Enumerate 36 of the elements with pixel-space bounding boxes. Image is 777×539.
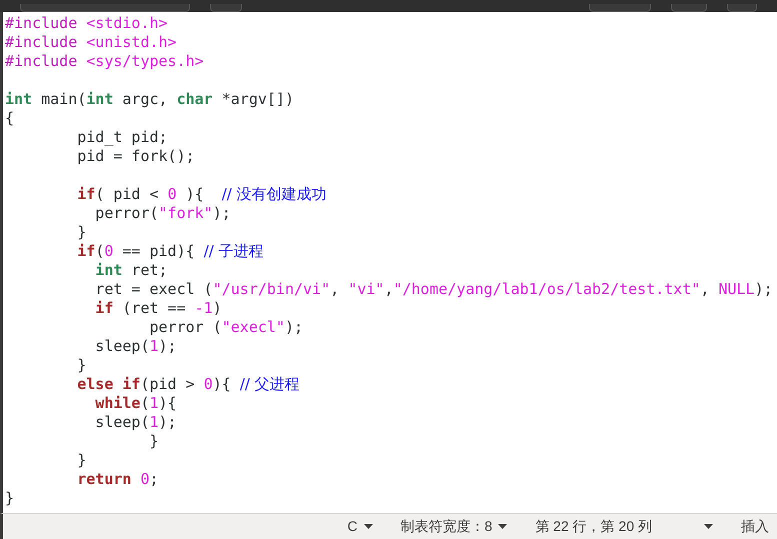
- code-line: }: [76, 356, 86, 375]
- caret-icon: [364, 524, 372, 529]
- code-line: if(0 == pid){ // 子进程: [76, 242, 264, 261]
- code-line: }: [148, 432, 159, 451]
- insert-mode-button[interactable]: 插入: [741, 516, 769, 537]
- code-line: perror("fork");: [94, 204, 231, 223]
- caret-icon: [704, 524, 713, 529]
- code-line: pid_t pid;: [76, 128, 168, 147]
- code-line: int ret;: [94, 261, 168, 280]
- code-line: #include <stdio.h>: [5, 14, 168, 33]
- code-line: if( pid < 0 ){ // 没有创建成功: [76, 185, 327, 204]
- header-button[interactable]: [589, 4, 651, 12]
- code-line: #include <unistd.h>: [5, 33, 177, 52]
- code-line: return 0;: [76, 470, 159, 489]
- code-line: #include <sys/types.h>: [5, 52, 204, 71]
- code-line: else if(pid > 0){ // 父进程: [76, 375, 300, 394]
- code-line: {: [5, 109, 14, 128]
- code-line: }: [5, 489, 14, 508]
- tab-width-dropdown[interactable]: 制表符宽度：8: [400, 516, 508, 537]
- header-button[interactable]: [727, 4, 757, 12]
- code-line: }: [76, 451, 86, 470]
- header-button[interactable]: [671, 4, 707, 12]
- language-dropdown[interactable]: C: [347, 516, 372, 537]
- code-line: if (ret == -1): [94, 299, 222, 318]
- caret-icon: [498, 524, 508, 529]
- code-line: perror ("execl");: [148, 318, 304, 337]
- code-line: sleep(1);: [94, 337, 177, 356]
- code-line: ret = execl ("/usr/bin/vi", "vi","/home/yang/lab1/os/lab2/test.txt", NULL);: [94, 280, 773, 299]
- code-line: }: [76, 223, 86, 242]
- code-line: while(1){: [94, 394, 177, 413]
- cursor-position-dropdown[interactable]: 第 22 行，第 20 列: [535, 516, 713, 537]
- code-line: pid = fork();: [76, 147, 195, 166]
- code-line: sleep(1);: [94, 413, 177, 432]
- code-line: int main(int argc, char *argv[]): [5, 90, 294, 109]
- header-button[interactable]: [20, 4, 190, 12]
- header-button[interactable]: [210, 4, 242, 12]
